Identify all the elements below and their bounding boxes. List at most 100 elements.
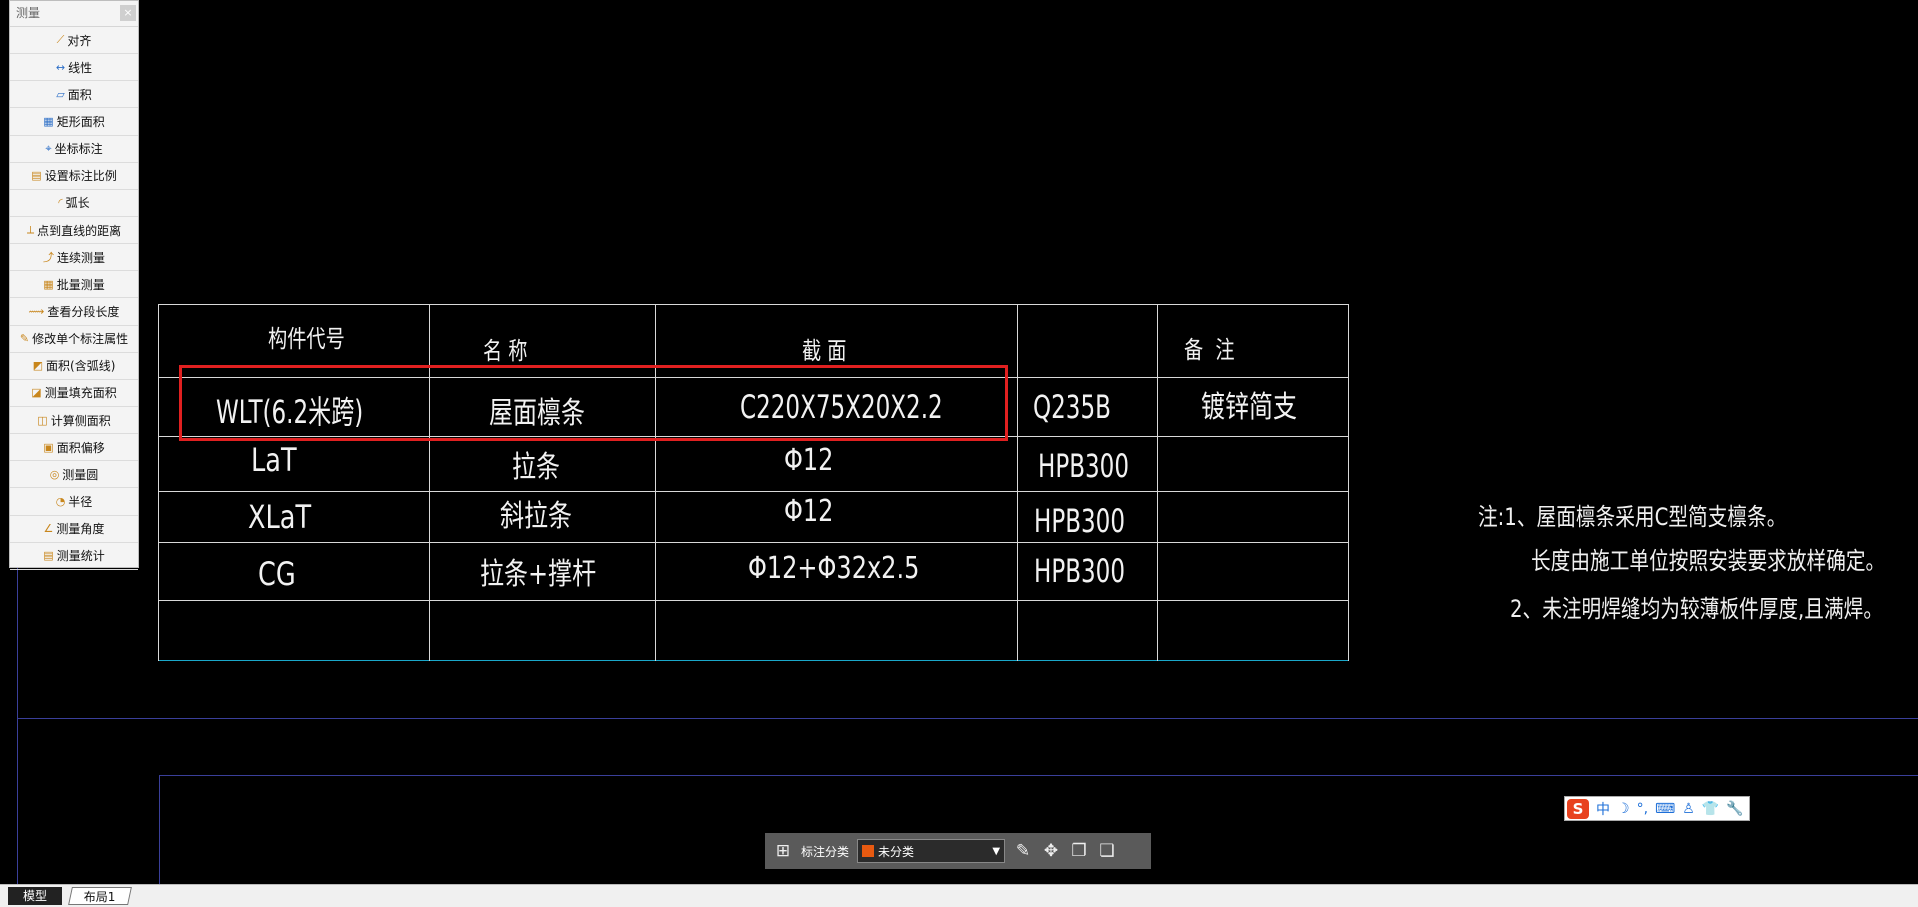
palette-item-label: 半径 xyxy=(68,494,93,509)
punctuation-icon[interactable]: °, xyxy=(1637,801,1648,817)
close-icon[interactable]: × xyxy=(120,5,136,21)
arc-area-icon: ◩ xyxy=(32,359,44,373)
align-measure-icon: ⟋ xyxy=(56,33,65,47)
skin-icon[interactable]: 👕 xyxy=(1702,801,1719,817)
palette-item[interactable]: ▦ 批量测量 xyxy=(10,271,138,299)
palette-item-label: 测量统计 xyxy=(56,549,105,564)
table-vline xyxy=(1348,304,1349,661)
statistics-icon: ▤ xyxy=(43,549,54,563)
palette-item-label: 面积偏移 xyxy=(56,440,105,455)
palette-item-label: 点到直线的距离 xyxy=(37,223,122,238)
cell-code: LaT xyxy=(251,441,297,479)
palette-title-text: 测量 xyxy=(16,6,41,20)
palette-item-label: 计算侧面积 xyxy=(50,413,111,428)
linear-measure-icon: ↔ xyxy=(55,60,66,74)
palette-item-label: 面积(含弧线) xyxy=(46,359,116,374)
palette-item-label: 对齐 xyxy=(67,33,92,48)
category-select[interactable]: 未分类 ▼ xyxy=(857,839,1006,863)
palette-item-label: 批量测量 xyxy=(56,277,105,292)
category-selected: 未分类 xyxy=(878,844,915,859)
table-hline xyxy=(158,600,1349,601)
palette-item-label: 修改单个标注属性 xyxy=(32,332,129,347)
palette-item[interactable]: ⤴ 连续测量 xyxy=(10,244,138,272)
tab-layout1[interactable]: 布局1 xyxy=(68,887,132,905)
table-vline xyxy=(1157,304,1158,661)
palette-item[interactable]: ◩ 面积(含弧线) xyxy=(10,353,138,380)
lang-toggle[interactable]: 中 xyxy=(1596,799,1610,819)
user-icon[interactable]: ♙ xyxy=(1682,801,1695,817)
palette-item[interactable]: ▣ 面积偏移 xyxy=(10,434,138,462)
arc-length-icon: ◜ xyxy=(58,196,63,210)
palette-item[interactable]: ↔ 线性 xyxy=(10,54,138,82)
palette-item-label: 设置标注比例 xyxy=(44,169,117,184)
edit-icon[interactable]: ✎ xyxy=(1013,841,1033,861)
fill-area-icon: ◪ xyxy=(31,386,42,400)
table-vline xyxy=(655,304,656,661)
sogou-logo-icon[interactable]: S xyxy=(1567,798,1589,819)
note-line-2: 长度由施工单位按照安装要求放样确定。 xyxy=(1531,547,1886,575)
cell-name: 斜拉条 xyxy=(500,499,572,534)
segment-length-icon: ⟿ xyxy=(28,304,45,318)
header-name: 名 称 xyxy=(483,337,528,365)
palette-item[interactable]: ▦ 矩形面积 xyxy=(10,108,138,136)
frame-top-line xyxy=(159,775,1918,776)
table-hline xyxy=(158,491,1349,492)
paste-icon[interactable]: ❏ xyxy=(1097,841,1117,861)
header-code: 构件代号 xyxy=(268,325,345,353)
area-offset-icon: ▣ xyxy=(43,440,54,454)
cell-material: HPB300 xyxy=(1034,502,1126,540)
keyboard-icon[interactable]: ⌨ xyxy=(1655,801,1675,817)
palette-item-label: 弧长 xyxy=(65,196,90,211)
palette-item-label: 查看分段长度 xyxy=(47,304,120,319)
cell-material: Q235B xyxy=(1033,388,1111,426)
point-line-icon: ⟂ xyxy=(26,223,35,237)
canvas-border-mid xyxy=(17,718,1918,719)
cell-code: CG xyxy=(258,555,296,593)
cell-material: HPB300 xyxy=(1034,552,1126,590)
cell-name: 拉条 xyxy=(512,450,560,485)
radius-icon: ◔ xyxy=(55,494,66,508)
tab-model[interactable]: 模型 xyxy=(8,887,62,905)
rect-area-icon: ▦ xyxy=(43,114,54,128)
cell-remark: 镀锌简支 xyxy=(1201,390,1297,425)
palette-item-label: 矩形面积 xyxy=(56,114,105,129)
copy-icon[interactable]: ❐ xyxy=(1069,841,1089,861)
palette-item[interactable]: ◫ 计算侧面积 xyxy=(10,407,138,435)
palette-item[interactable]: ▤ 测量统计 xyxy=(10,543,138,570)
palette-item[interactable]: ⟋ 对齐 xyxy=(10,27,138,55)
palette-item-label: 面积 xyxy=(67,87,92,102)
palette-item-label: 坐标标注 xyxy=(54,142,103,157)
palette-item[interactable]: ▤ 设置标注比例 xyxy=(10,163,138,190)
move-icon[interactable]: ✥ xyxy=(1041,841,1061,861)
palette-item[interactable]: ∠ 测量角度 xyxy=(10,516,138,543)
settings-wrench-icon[interactable]: 🔧 xyxy=(1726,801,1743,817)
palette-item[interactable]: ⟿ 查看分段长度 xyxy=(10,298,138,326)
frame-left-line xyxy=(159,775,160,884)
palette-item[interactable]: ⟂ 点到直线的距离 xyxy=(10,217,138,245)
tab-layout1-label: 布局1 xyxy=(83,890,116,904)
table-hline xyxy=(158,542,1349,543)
ime-toolbar[interactable]: S 中 ☽ °, ⌨ ♙ 👕 🔧 xyxy=(1564,796,1750,821)
palette-item[interactable]: ◪ 测量填充面积 xyxy=(10,380,138,407)
area-icon: ▱ xyxy=(56,87,65,101)
batch-icon: ▦ xyxy=(43,277,54,291)
table-hline xyxy=(158,660,1349,661)
palette-item[interactable]: ◜ 弧长 xyxy=(10,190,138,217)
palette-item[interactable]: ⌖ 坐标标注 xyxy=(10,136,138,163)
note-line-3: 2、未注明焊缝均为较薄板件厚度,且满焊。 xyxy=(1510,595,1884,623)
palette-item[interactable]: ◔ 半径 xyxy=(10,488,138,516)
side-area-icon: ◫ xyxy=(37,413,48,427)
table-vline xyxy=(429,304,430,661)
palette-item[interactable]: ▱ 面积 xyxy=(10,81,138,109)
grid-icon[interactable]: ⊞ xyxy=(773,841,793,861)
cell-code: XLaT xyxy=(248,498,312,536)
moon-icon[interactable]: ☽ xyxy=(1617,801,1630,817)
cell-section: Φ12 xyxy=(784,494,834,529)
palette-item[interactable]: ✎ 修改单个标注属性 xyxy=(10,326,138,353)
palette-item[interactable]: ◎ 测量圆 xyxy=(10,461,138,489)
edit-annotation-icon: ✎ xyxy=(19,332,30,346)
palette-item-label: 测量圆 xyxy=(62,467,99,482)
cell-material: HPB300 xyxy=(1038,447,1130,485)
annotation-toolbar: ⊞ 标注分类 未分类 ▼ ✎ ✥ ❐ ❏ xyxy=(765,833,1151,869)
coordinate-icon: ⌖ xyxy=(45,141,52,155)
